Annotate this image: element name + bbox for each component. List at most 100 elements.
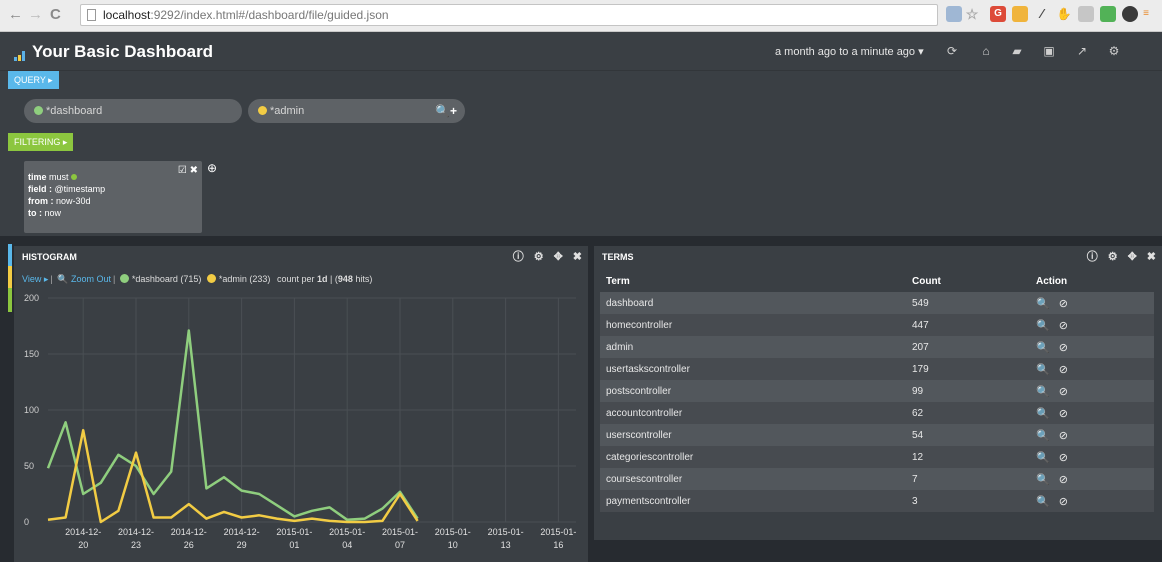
term-action-icons[interactable]: 🔍 ⊘ xyxy=(1030,446,1154,468)
filter-from-value: now-30d xyxy=(53,196,91,206)
count-cell: 12 xyxy=(906,446,1030,468)
column-header-count[interactable]: Count xyxy=(906,270,1030,292)
term-action-icons[interactable]: 🔍 ⊘ xyxy=(1030,468,1154,490)
count-cell: 179 xyxy=(906,358,1030,380)
screenshot-extension-icon[interactable] xyxy=(946,6,962,22)
filter-status-dot[interactable] xyxy=(71,174,78,180)
search-add-icons[interactable]: 🔍+ xyxy=(435,99,457,123)
x-tick-label: 2015-01- xyxy=(276,527,312,537)
term-action-icons[interactable]: 🔍 ⊘ xyxy=(1030,292,1154,314)
table-row: userscontroller 54 🔍 ⊘ xyxy=(600,424,1154,446)
gear-icon[interactable]: ⚙ xyxy=(1108,251,1118,263)
row-color-marker xyxy=(8,288,12,312)
x-tick-label: 16 xyxy=(553,540,563,550)
circle-extension-icon[interactable] xyxy=(1122,6,1138,22)
filter-field-value: @timestamp xyxy=(52,184,106,194)
term-cell: homecontroller xyxy=(600,314,906,336)
filtering-toggle[interactable]: FILTERING ▸ xyxy=(8,133,74,151)
query-color-dot[interactable] xyxy=(258,106,267,115)
move-icon[interactable]: ✥ xyxy=(1128,251,1137,263)
back-button[interactable]: ← xyxy=(8,7,23,23)
add-filter-icon[interactable]: ⊕ xyxy=(207,161,217,175)
term-action-icons[interactable]: 🔍 ⊘ xyxy=(1030,402,1154,424)
bookmark-star-icon[interactable]: ☆ xyxy=(964,6,980,22)
term-cell: userscontroller xyxy=(600,424,906,446)
hand-extension-icon[interactable]: ✋ xyxy=(1056,6,1072,22)
x-tick-label: 2015-01- xyxy=(435,527,471,537)
query-filter-section: QUERY ▸ *dashboard *admin 🔍+ FILTERING ▸… xyxy=(0,70,1162,236)
eyedropper-extension-icon[interactable]: ⁄ xyxy=(1034,6,1050,22)
kibana-logo-icon xyxy=(14,41,28,61)
query-text: *admin xyxy=(270,105,305,117)
term-action-icons[interactable]: 🔍 ⊘ xyxy=(1030,358,1154,380)
term-cell: admin xyxy=(600,336,906,358)
x-tick-label: 2014-12- xyxy=(65,527,101,537)
save-icon[interactable]: ▣ xyxy=(1042,44,1056,58)
share-icon[interactable]: ↗ xyxy=(1075,44,1089,58)
timepicker[interactable]: a month ago to a minute ago ▾ xyxy=(775,45,924,58)
dashboard-title: Your Basic Dashboard xyxy=(14,41,213,62)
series-line xyxy=(47,428,419,524)
count-cell: 549 xyxy=(906,292,1030,314)
x-tick-label: 07 xyxy=(395,540,405,550)
row-color-marker xyxy=(8,266,12,288)
count-cell: 207 xyxy=(906,336,1030,358)
histogram-chart[interactable]: 0 50 100 150 200 2014-12- 20 2014-12- 23 2014-12-… xyxy=(14,246,588,562)
term-action-icons[interactable]: 🔍 ⊘ xyxy=(1030,336,1154,358)
folder-open-icon[interactable]: ▰ xyxy=(1010,44,1024,58)
filter-edit-remove-icons[interactable]: ☑ ✖ xyxy=(178,165,198,176)
count-cell: 3 xyxy=(906,490,1030,512)
time-filter-card: time must field : @timestamp from : now-… xyxy=(24,161,202,233)
url-host: localhost xyxy=(103,8,151,22)
gear-icon[interactable]: ⚙ xyxy=(1107,44,1121,58)
table-row: accountcontroller 62 🔍 ⊘ xyxy=(600,402,1154,424)
histogram-panel: HISTOGRAM ⓘ ⚙ ✥ ✖ View ▸ | 🔍 Zoom Out | *dash… xyxy=(14,246,588,562)
query-toggle[interactable]: QUERY ▸ xyxy=(8,71,59,89)
reload-button[interactable]: C xyxy=(50,7,61,23)
pocket-extension-icon[interactable] xyxy=(1078,6,1094,22)
query-color-dot[interactable] xyxy=(34,106,43,115)
term-action-icons[interactable]: 🔍 ⊘ xyxy=(1030,380,1154,402)
filter-field-label: field : xyxy=(28,184,52,194)
dashboard-title-text: Your Basic Dashboard xyxy=(32,42,214,61)
home-icon[interactable]: ⌂ xyxy=(979,44,993,58)
refresh-icon[interactable]: ⟳ xyxy=(945,44,959,58)
table-row: paymentscontroller 3 🔍 ⊘ xyxy=(600,490,1154,512)
x-tick-label: 13 xyxy=(501,540,511,550)
x-tick-label: 2014-12- xyxy=(224,527,260,537)
info-icon[interactable]: ⓘ xyxy=(1087,251,1098,263)
term-action-icons[interactable]: 🔍 ⊘ xyxy=(1030,314,1154,336)
table-row: admin 207 🔍 ⊘ xyxy=(600,336,1154,358)
close-icon[interactable]: ✖ xyxy=(1147,251,1156,263)
x-tick-label: 01 xyxy=(289,540,299,550)
evernote-extension-icon[interactable] xyxy=(1100,6,1116,22)
filter-type: time xyxy=(28,172,47,182)
count-cell: 62 xyxy=(906,402,1030,424)
y-tick-label: 50 xyxy=(24,461,34,471)
table-row: postscontroller 99 🔍 ⊘ xyxy=(600,380,1154,402)
forward-button[interactable]: → xyxy=(28,7,43,23)
filter-from-label: from : xyxy=(28,196,54,206)
x-tick-label: 2015-01- xyxy=(382,527,418,537)
x-tick-label: 2014-12- xyxy=(171,527,207,537)
table-row: usertaskscontroller 179 🔍 ⊘ xyxy=(600,358,1154,380)
term-cell: paymentscontroller xyxy=(600,490,906,512)
query-input-dashboard[interactable]: *dashboard xyxy=(24,99,242,123)
menu-icon[interactable]: ≡ xyxy=(1142,6,1150,22)
y-tick-label: 0 xyxy=(24,517,29,527)
gplus-extension-icon[interactable]: G xyxy=(990,6,1006,22)
query-input-admin[interactable]: *admin 🔍+ xyxy=(248,99,465,123)
term-cell: usertaskscontroller xyxy=(600,358,906,380)
term-action-icons[interactable]: 🔍 ⊘ xyxy=(1030,424,1154,446)
term-action-icons[interactable]: 🔍 ⊘ xyxy=(1030,490,1154,512)
term-cell: postscontroller xyxy=(600,380,906,402)
filter-mode[interactable]: must xyxy=(47,172,72,182)
x-tick-label: 2015-01- xyxy=(329,527,365,537)
chart-extension-icon[interactable] xyxy=(1012,6,1028,22)
term-cell: coursescontroller xyxy=(600,468,906,490)
y-tick-label: 200 xyxy=(24,293,39,303)
address-bar[interactable]: localhost:9292/index.html#/dashboard/fil… xyxy=(80,4,938,26)
x-tick-label: 20 xyxy=(78,540,88,550)
column-header-term[interactable]: Term xyxy=(600,270,906,292)
filter-to-value: now xyxy=(42,208,62,218)
